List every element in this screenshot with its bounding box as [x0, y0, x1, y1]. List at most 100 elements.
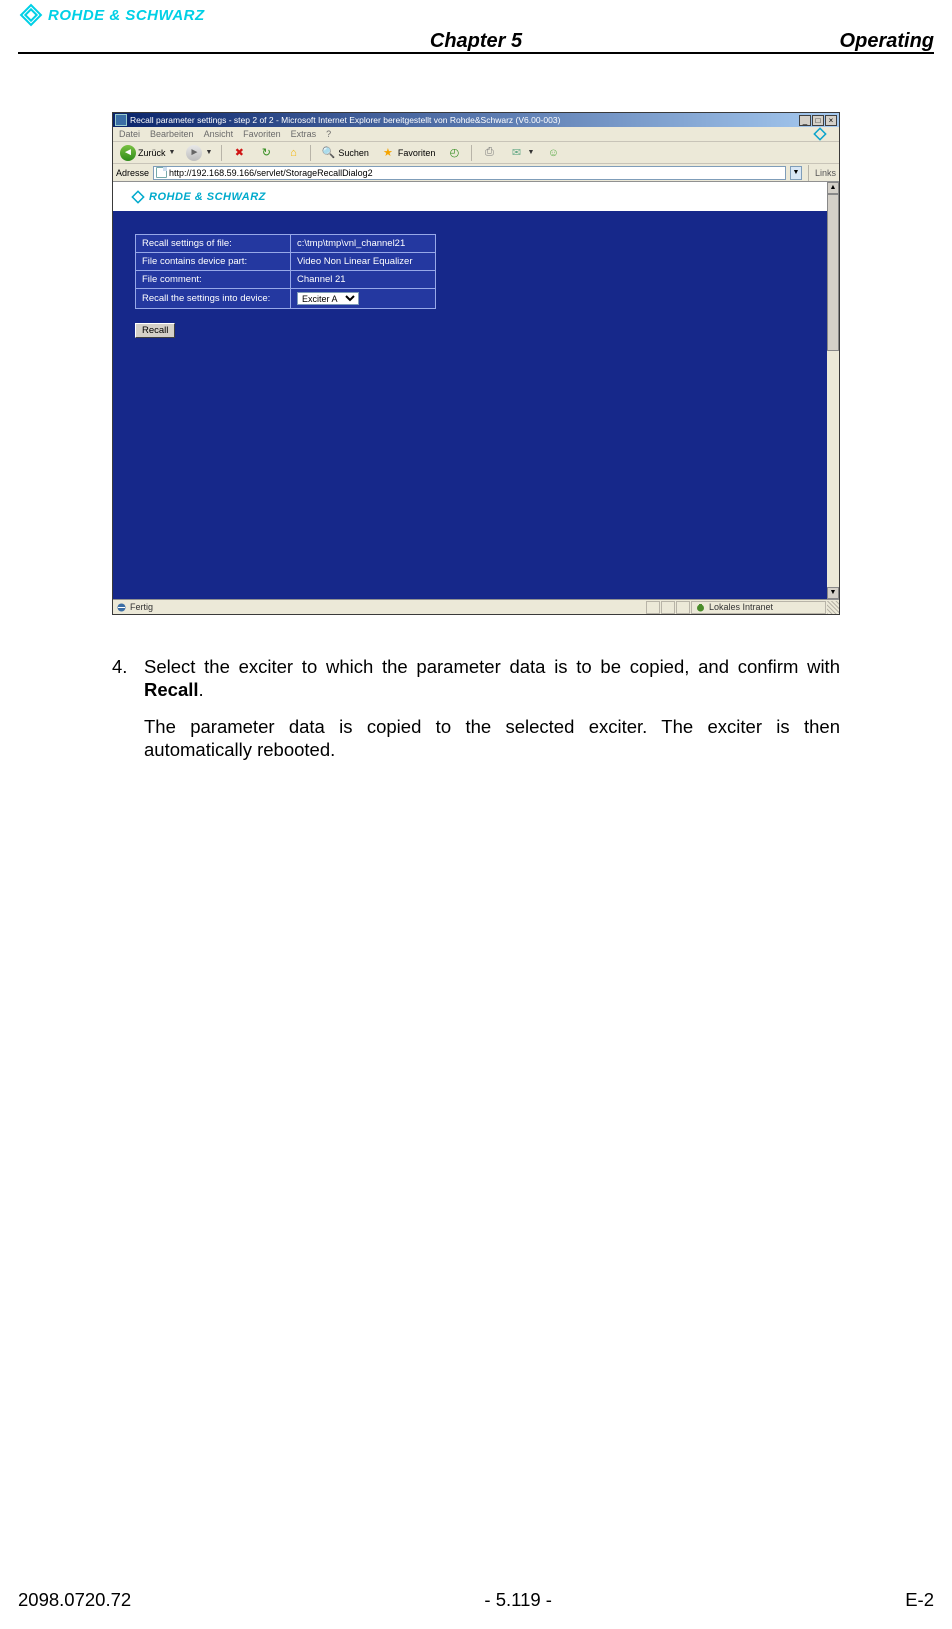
search-button[interactable]: 🔍 Suchen: [316, 143, 373, 163]
refresh-button[interactable]: ↻: [254, 143, 278, 163]
chevron-down-icon: ▼: [169, 149, 176, 156]
row-value: Video Non Linear Equalizer: [291, 253, 436, 271]
toolbar-separator: [221, 145, 222, 161]
device-select[interactable]: Exciter A: [297, 292, 359, 305]
history-button[interactable]: ◴: [442, 143, 466, 163]
menu-bar: Datei Bearbeiten Ansicht Favoriten Extra…: [113, 127, 839, 142]
menu-extras[interactable]: Extras: [291, 129, 317, 139]
toolbar-separator: [471, 145, 472, 161]
scroll-down-button[interactable]: ▼: [827, 587, 839, 599]
page-footer: 2098.0720.72 - 5.119 - E-2: [18, 1589, 934, 1611]
zone-text: Lokales Intranet: [709, 602, 773, 612]
search-icon: 🔍: [320, 145, 336, 161]
stop-button[interactable]: ✖: [227, 143, 251, 163]
address-input[interactable]: http://192.168.59.166/servlet/StorageRec…: [153, 166, 786, 180]
mail-icon: ✉: [508, 145, 524, 161]
refresh-icon: ↻: [258, 145, 274, 161]
browser-toolbar: ◄ Zurück ▼ ► ▼ ✖ ↻ ⌂ 🔍 Suchen ★ Favorite…: [113, 142, 839, 164]
banner-brand-text: ROHDE & SCHWARZ: [149, 191, 266, 203]
menu-edit[interactable]: Bearbeiten: [150, 129, 194, 139]
menu-view[interactable]: Ansicht: [204, 129, 234, 139]
page-icon: [156, 167, 167, 178]
chevron-down-icon: ▼: [527, 149, 534, 156]
intranet-icon: [695, 602, 706, 613]
chevron-down-icon: ▼: [205, 149, 212, 156]
messenger-icon: ☺: [545, 145, 561, 161]
page-content: ROHDE & SCHWARZ Recall settings of file:…: [113, 182, 827, 599]
back-button[interactable]: ◄ Zurück ▼: [116, 143, 179, 163]
row-label: File contains device part:: [136, 253, 291, 271]
address-label: Adresse: [116, 168, 149, 178]
recall-button[interactable]: Recall: [135, 323, 175, 338]
scroll-track[interactable]: [827, 194, 839, 587]
back-arrow-icon: ◄: [120, 145, 136, 161]
menu-help[interactable]: ?: [326, 129, 331, 139]
step-paragraph: Select the exciter to which the paramete…: [144, 655, 840, 701]
address-url: http://192.168.59.166/servlet/StorageRec…: [169, 168, 373, 178]
step-item: 4. Select the exciter to which the param…: [112, 655, 840, 776]
row-label: Recall settings of file:: [136, 235, 291, 253]
messenger-button[interactable]: ☺: [541, 143, 565, 163]
table-row: Recall the settings into device: Exciter…: [136, 289, 436, 309]
row-label: File comment:: [136, 271, 291, 289]
browser-screenshot: Recall parameter settings - step 2 of 2 …: [112, 112, 840, 615]
table-row: Recall settings of file: c:\tmp\tmp\vnl_…: [136, 235, 436, 253]
banner-brand: ROHDE & SCHWARZ: [131, 190, 266, 204]
security-zone: Lokales Intranet: [691, 601, 826, 614]
instruction-text: 4. Select the exciter to which the param…: [112, 655, 840, 790]
toolbar-separator: [310, 145, 311, 161]
rs-corner-icon: [807, 127, 833, 141]
status-bar: Fertig Lokales Intranet: [113, 599, 839, 614]
footer-left: 2098.0720.72: [18, 1589, 131, 1611]
window-titlebar: Recall parameter settings - step 2 of 2 …: [113, 113, 839, 127]
brand-logo: ROHDE & SCHWARZ: [18, 2, 205, 28]
ie-icon: [116, 602, 127, 613]
menu-file[interactable]: Datei: [119, 129, 140, 139]
favorites-label: Favoriten: [398, 148, 436, 158]
row-value: c:\tmp\tmp\vnl_channel21: [291, 235, 436, 253]
row-value: Exciter A: [291, 289, 436, 309]
forward-button[interactable]: ► ▼: [182, 143, 216, 163]
maximize-button[interactable]: □: [812, 115, 824, 126]
bold-recall: Recall: [144, 679, 199, 700]
mail-button[interactable]: ✉▼: [504, 143, 538, 163]
address-dropdown[interactable]: ▼: [790, 166, 802, 180]
brand-diamond-icon: [18, 2, 44, 28]
vertical-scrollbar[interactable]: ▲ ▼: [827, 182, 839, 599]
footer-right: E-2: [905, 1589, 934, 1611]
brand-text: ROHDE & SCHWARZ: [48, 7, 205, 24]
chapter-title: Chapter 5: [18, 30, 934, 53]
scroll-up-button[interactable]: ▲: [827, 182, 839, 194]
step-paragraph: The parameter data is copied to the sele…: [144, 715, 840, 761]
resize-grip[interactable]: [827, 601, 839, 614]
window-title: Recall parameter settings - step 2 of 2 …: [130, 115, 799, 125]
status-cell: [676, 601, 690, 614]
stop-icon: ✖: [231, 145, 247, 161]
forward-arrow-icon: ►: [186, 145, 202, 161]
table-row: File contains device part: Video Non Lin…: [136, 253, 436, 271]
printer-icon: ⎙: [481, 145, 497, 161]
menu-favorites[interactable]: Favoriten: [243, 129, 281, 139]
page-banner: ROHDE & SCHWARZ: [113, 182, 827, 216]
print-button[interactable]: ⎙: [477, 143, 501, 163]
home-button[interactable]: ⌂: [281, 143, 305, 163]
status-cell: [661, 601, 675, 614]
scroll-thumb[interactable]: [827, 194, 839, 351]
star-icon: ★: [380, 145, 396, 161]
close-button[interactable]: ×: [825, 115, 837, 126]
links-label[interactable]: Links: [815, 168, 836, 178]
minimize-button[interactable]: _: [799, 115, 811, 126]
address-bar: Adresse http://192.168.59.166/servlet/St…: [113, 164, 839, 182]
history-icon: ◴: [446, 145, 462, 161]
row-value: Channel 21: [291, 271, 436, 289]
ie-window-icon: [115, 114, 127, 126]
favorites-button[interactable]: ★ Favoriten: [376, 143, 440, 163]
recall-settings-table: Recall settings of file: c:\tmp\tmp\vnl_…: [135, 234, 436, 309]
toolbar-separator: [808, 165, 809, 181]
brand-diamond-icon: [131, 190, 145, 204]
footer-center: - 5.119 -: [484, 1589, 552, 1611]
row-label: Recall the settings into device:: [136, 289, 291, 309]
header-section: Operating: [840, 30, 934, 53]
back-label: Zurück: [138, 148, 166, 158]
home-icon: ⌂: [285, 145, 301, 161]
